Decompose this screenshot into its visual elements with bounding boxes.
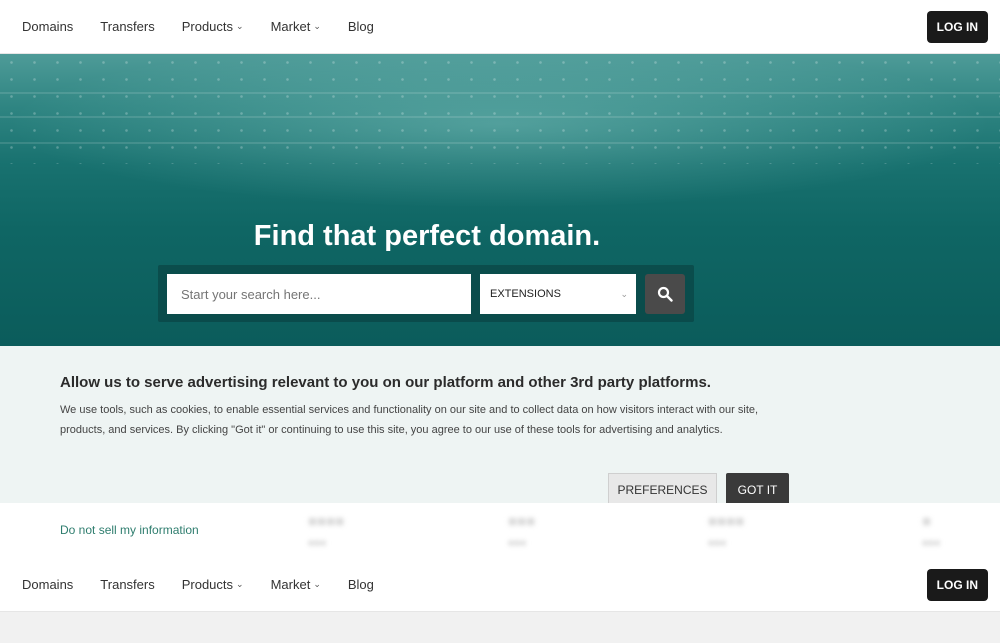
search-button[interactable] (645, 274, 685, 314)
extensions-label: EXTENSIONS (490, 288, 561, 300)
nav-blog-label: Blog (347, 19, 374, 34)
chevron-down-icon: ⌄ (236, 579, 244, 589)
blurred-background-content: ■■■ ■■■ (508, 513, 536, 549)
chevron-down-icon: ⌄ (313, 579, 321, 589)
cookie-body: We use tools, such as cookies, to enable… (60, 404, 759, 436)
nav-domains[interactable]: Domains (22, 577, 73, 592)
domain-search-input[interactable] (167, 274, 471, 314)
hero-title: Find that perfect domain. (253, 220, 601, 252)
blurred-background-content: ■■■■ ■■■ (308, 513, 345, 549)
login-button[interactable]: LOG IN (926, 11, 988, 43)
nav-blog[interactable]: Blog (348, 19, 374, 34)
preferences-button[interactable]: PREFERENCES (608, 473, 717, 506)
nav-links: Domains Transfers Products ⌄ Market ⌄ Blog (22, 577, 401, 592)
nav-transfers[interactable]: Transfers (100, 577, 154, 592)
blurred-background-content: ■■■■ ■■■ (708, 513, 745, 549)
nav-blog[interactable]: Blog (348, 577, 374, 592)
domain-search-bar: EXTENSIONS ⌄ (158, 265, 694, 322)
cookie-footer-strip: Do not sell my information ■■■■ ■■■ ■■■ ■■… (0, 503, 1000, 558)
nav-market-label: Market (270, 577, 311, 592)
chevron-down-icon: ⌄ (313, 21, 321, 31)
water-ripple (0, 92, 1000, 94)
nav-products[interactable]: Products ⌄ (182, 19, 244, 34)
do-not-sell-link[interactable]: Do not sell my information (60, 523, 199, 537)
got-it-button[interactable]: GOT IT (726, 473, 789, 506)
nav-products-label: Products (181, 577, 234, 592)
login-button[interactable]: LOG IN (926, 569, 988, 601)
cookie-title: Allow us to serve advertising relevant t… (60, 374, 711, 391)
nav-transfers-label: Transfers (100, 19, 155, 34)
sticky-navbar: Domains Transfers Products ⌄ Market ⌄ Blog… (0, 558, 1000, 612)
nav-links: Domains Transfers Products ⌄ Market ⌄ Blog (22, 19, 401, 34)
nav-blog-label: Blog (347, 577, 374, 592)
nav-market[interactable]: Market ⌄ (271, 19, 321, 34)
cookie-consent-banner: Allow us to serve advertising relevant t… (0, 346, 1000, 506)
nav-domains-label: Domains (22, 19, 74, 34)
hero-banner: Find that perfect domain. EXTENSIONS ⌄ (0, 54, 1000, 346)
nav-domains-label: Domains (22, 577, 74, 592)
nav-transfers-label: Transfers (100, 577, 155, 592)
blurred-background-content: ■ ■■■ (922, 513, 941, 549)
nav-products[interactable]: Products ⌄ (182, 577, 244, 592)
water-ripple (0, 142, 1000, 144)
water-texture (0, 54, 1000, 164)
nav-market-label: Market (270, 19, 311, 34)
search-icon (657, 286, 673, 302)
extensions-dropdown[interactable]: EXTENSIONS ⌄ (480, 274, 636, 314)
top-navbar: Domains Transfers Products ⌄ Market ⌄ Blog… (0, 0, 1000, 54)
water-ripple (0, 116, 1000, 118)
nav-products-label: Products (181, 19, 234, 34)
nav-transfers[interactable]: Transfers (100, 19, 154, 34)
chevron-down-icon: ⌄ (236, 21, 244, 31)
nav-market[interactable]: Market ⌄ (271, 577, 321, 592)
nav-domains[interactable]: Domains (22, 19, 73, 34)
chevron-down-icon: ⌄ (620, 288, 628, 299)
